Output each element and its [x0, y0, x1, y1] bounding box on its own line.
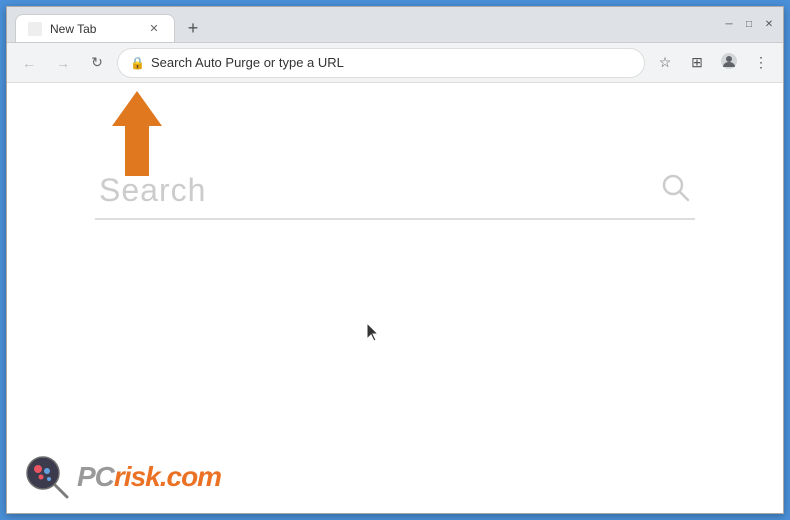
- address-text: Search Auto Purge or type a URL: [151, 55, 632, 70]
- tab-favicon: [28, 22, 42, 36]
- pcrisk-text: PCrisk.com: [77, 461, 221, 493]
- watermark: PCrisk.com: [23, 453, 221, 501]
- pc-part: PC: [77, 461, 114, 492]
- extensions-icon: ⊞: [691, 54, 703, 71]
- tab-close-button[interactable]: ✕: [146, 21, 162, 37]
- tab-area: New Tab ✕ +: [15, 7, 723, 42]
- browser-window: New Tab ✕ + ─ □ ✕ ← → ↻ 🔒 Search Auto Pu…: [6, 6, 784, 514]
- toolbar: ← → ↻ 🔒 Search Auto Purge or type a URL …: [7, 43, 783, 83]
- forward-button[interactable]: →: [49, 49, 77, 77]
- refresh-icon: ↻: [91, 54, 103, 71]
- forward-icon: →: [56, 55, 70, 71]
- tab-title: New Tab: [50, 22, 96, 36]
- back-icon: ←: [22, 55, 36, 71]
- mouse-cursor: [367, 323, 379, 341]
- bookmark-button[interactable]: ☆: [651, 49, 679, 77]
- profile-icon: [720, 52, 738, 73]
- menu-icon: ⋮: [754, 54, 768, 71]
- toolbar-actions: ☆ ⊞ ⋮: [651, 49, 775, 77]
- lock-icon: 🔒: [130, 56, 145, 70]
- close-button[interactable]: ✕: [763, 19, 775, 31]
- pcrisk-logo: PCrisk.com: [23, 453, 221, 501]
- profile-button[interactable]: [715, 49, 743, 77]
- star-icon: ☆: [659, 54, 672, 71]
- address-bar[interactable]: 🔒 Search Auto Purge or type a URL: [117, 48, 645, 78]
- back-button[interactable]: ←: [15, 49, 43, 77]
- title-bar: New Tab ✕ + ─ □ ✕: [7, 7, 783, 43]
- new-tab-button[interactable]: +: [179, 14, 207, 42]
- menu-button[interactable]: ⋮: [747, 49, 775, 77]
- extensions-button[interactable]: ⊞: [683, 49, 711, 77]
- search-button[interactable]: [659, 171, 691, 210]
- page-content: Search: [7, 83, 783, 513]
- refresh-button[interactable]: ↻: [83, 49, 111, 77]
- browser-tab[interactable]: New Tab ✕: [15, 14, 175, 42]
- risk-part: risk.com: [114, 461, 221, 492]
- pcrisk-icon: [23, 453, 71, 501]
- arrow-annotation: [107, 91, 187, 186]
- maximize-button[interactable]: □: [743, 19, 755, 31]
- window-controls: ─ □ ✕: [723, 19, 775, 31]
- minimize-button[interactable]: ─: [723, 19, 735, 31]
